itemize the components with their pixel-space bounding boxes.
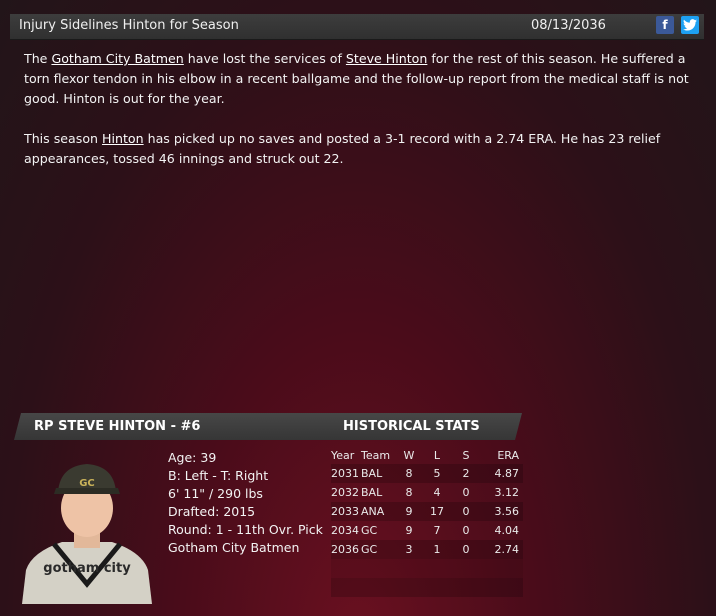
player-height-weight: 6' 11" / 290 lbs [168, 486, 263, 501]
article-title: Injury Sidelines Hinton for Season [19, 18, 239, 33]
cell-s: 0 [462, 543, 470, 556]
col-l: L [433, 449, 441, 462]
cell-year: 2034 [331, 524, 359, 537]
col-w: W [403, 449, 415, 462]
cell-s: 0 [462, 486, 470, 499]
cell-l: 5 [433, 467, 441, 480]
cell-l: 17 [430, 505, 444, 518]
cell-l: 4 [433, 486, 441, 499]
cell-era: 3.56 [494, 505, 520, 518]
text: This season [24, 131, 103, 146]
player-photo: GC gotham city [14, 442, 160, 604]
cell-era: 4.87 [494, 467, 520, 480]
player-link[interactable]: Hinton [102, 131, 144, 146]
cell-year: 2036 [331, 543, 359, 556]
cell-l: 7 [433, 524, 441, 537]
player-age: Age: 39 [168, 450, 217, 465]
cell-w: 3 [405, 543, 413, 556]
cell-w: 9 [405, 505, 413, 518]
player-team[interactable]: Gotham City Batmen [168, 539, 323, 557]
cell-year: 2033 [331, 505, 359, 518]
article-header: Injury Sidelines Hinton for Season 08/13… [10, 14, 704, 40]
cell-team: ANA [361, 505, 385, 518]
table-row: 2031 BAL 8 5 2 4.87 [331, 464, 523, 483]
text: have lost the services of [183, 51, 346, 66]
article-body: The Gotham City Batmen have lost the ser… [24, 49, 696, 189]
article-paragraph-1: The Gotham City Batmen have lost the ser… [24, 49, 696, 109]
col-era: ERA [497, 449, 519, 462]
cell-l: 1 [433, 543, 441, 556]
player-draft-round: Round: 1 - 11th Ovr. Pick [168, 522, 323, 537]
article-paragraph-2: This season Hinton has picked up no save… [24, 129, 696, 169]
cell-w: 9 [405, 524, 413, 537]
jersey-lettering: gotham city [43, 561, 131, 576]
article-date: 08/13/2036 [531, 18, 606, 33]
col-s: S [462, 449, 470, 462]
empty-row [331, 578, 523, 597]
cell-team: BAL [361, 486, 383, 499]
table-row: 2033 ANA 9 17 0 3.56 [331, 502, 523, 521]
cell-year: 2031 [331, 467, 359, 480]
cell-s: 0 [462, 524, 470, 537]
col-year: Year [331, 449, 355, 462]
cell-w: 8 [405, 467, 413, 480]
team-link[interactable]: Gotham City Batmen [51, 51, 183, 66]
facebook-icon[interactable]: f [656, 16, 674, 34]
player-bats-throws: B: Left - T: Right [168, 468, 269, 483]
empty-row [331, 559, 523, 578]
twitter-icon[interactable] [681, 16, 699, 34]
stats-header-row: Year Team W L S ERA [331, 446, 523, 464]
col-team: Team [361, 449, 391, 462]
text: The [24, 51, 52, 66]
table-row: 2034 GC 9 7 0 4.04 [331, 521, 523, 540]
cell-team: GC [361, 524, 378, 537]
player-link[interactable]: Steve Hinton [346, 51, 427, 66]
cell-era: 4.04 [494, 524, 520, 537]
cell-era: 3.12 [494, 486, 520, 499]
player-header-bar: RP STEVE HINTON - #6 HISTORICAL STATS [14, 413, 522, 440]
player-bio: Age: 39 B: Left - T: Right 6' 11" / 290 … [168, 449, 323, 557]
player-name[interactable]: RP STEVE HINTON - #6 [34, 419, 200, 434]
table-row: 2036 GC 3 1 0 2.74 [331, 540, 523, 559]
svg-text:GC: GC [79, 478, 95, 489]
cell-era: 2.74 [494, 543, 520, 556]
table-row: 2032 BAL 8 4 0 3.12 [331, 483, 523, 502]
cell-s: 0 [462, 505, 470, 518]
player-drafted: Drafted: 2015 [168, 504, 256, 519]
cell-s: 2 [462, 467, 470, 480]
historical-stats-table: Year Team W L S ERA 2031 BAL 8 5 2 4.87 … [331, 446, 523, 597]
cell-team: BAL [361, 467, 383, 480]
cell-team: GC [361, 543, 378, 556]
historical-stats-title: HISTORICAL STATS [343, 419, 480, 434]
cell-w: 8 [405, 486, 413, 499]
cell-year: 2032 [331, 486, 359, 499]
